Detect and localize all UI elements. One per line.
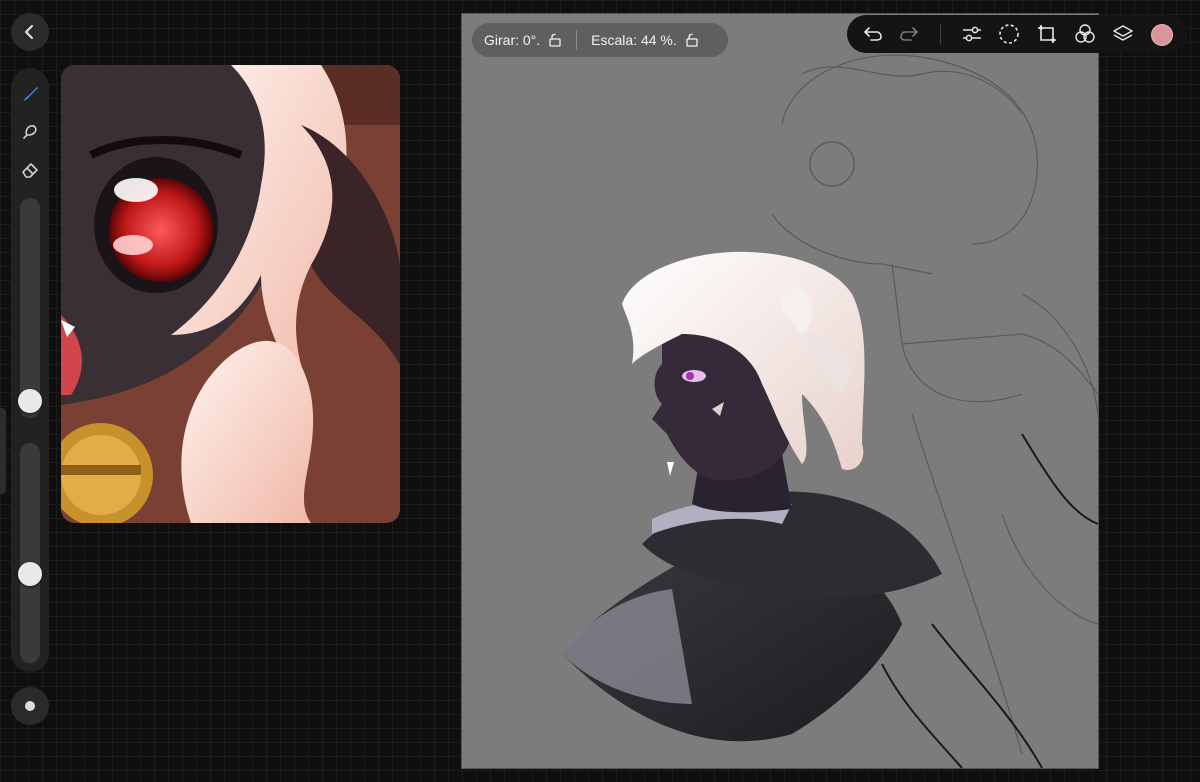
selection-button[interactable] bbox=[997, 22, 1021, 46]
transform-info-pill: Girar: 0°. Escala: 44 %. bbox=[472, 23, 728, 57]
back-button[interactable] bbox=[11, 13, 49, 51]
rotate-label: Girar: 0°. bbox=[484, 32, 541, 48]
transform-button[interactable] bbox=[1035, 22, 1059, 46]
adjustments-button[interactable] bbox=[960, 22, 984, 46]
undo-button[interactable] bbox=[861, 22, 885, 46]
color-swatch-button[interactable] bbox=[1151, 24, 1173, 46]
sidebar-handle[interactable] bbox=[0, 408, 6, 494]
brush-size-thumb[interactable] bbox=[18, 389, 42, 413]
brush-size-slider[interactable] bbox=[20, 198, 40, 418]
unlock-icon bbox=[686, 33, 698, 47]
layers-button[interactable] bbox=[1111, 22, 1135, 46]
drawing-canvas[interactable] bbox=[461, 13, 1099, 769]
layers-icon bbox=[1113, 25, 1133, 41]
canvas-artwork bbox=[562, 54, 1098, 768]
redo-button[interactable] bbox=[897, 22, 921, 46]
brush-tool-button[interactable] bbox=[18, 82, 42, 106]
scale-label: Escala: 44 %. bbox=[591, 32, 677, 48]
redo-icon bbox=[900, 27, 918, 41]
undo-icon bbox=[864, 27, 882, 41]
scale-lock-button[interactable] bbox=[685, 33, 699, 47]
opacity-slider[interactable] bbox=[20, 443, 40, 663]
dot-icon bbox=[25, 701, 35, 711]
colors-button[interactable] bbox=[1073, 22, 1097, 46]
top-toolbar bbox=[847, 15, 1187, 53]
eraser-icon bbox=[22, 163, 38, 178]
eraser-tool-button[interactable] bbox=[18, 158, 42, 182]
brush-icon bbox=[23, 87, 38, 101]
transform-icon bbox=[1038, 25, 1056, 43]
smudge-tool-button[interactable] bbox=[18, 120, 42, 144]
selection-icon bbox=[999, 24, 1019, 44]
modify-button[interactable] bbox=[11, 687, 49, 725]
chevron-left-icon bbox=[25, 25, 33, 39]
unlock-icon bbox=[549, 33, 561, 47]
adjustments-icon bbox=[963, 26, 981, 42]
toolbar-divider bbox=[940, 24, 941, 44]
opacity-thumb[interactable] bbox=[18, 562, 42, 586]
smudge-icon bbox=[23, 125, 37, 139]
reference-image bbox=[61, 65, 400, 523]
pill-divider bbox=[576, 30, 578, 50]
tool-panel bbox=[11, 68, 49, 672]
reference-window[interactable] bbox=[61, 65, 400, 523]
colors-icon bbox=[1075, 24, 1095, 43]
rotate-lock-button[interactable] bbox=[548, 33, 562, 47]
